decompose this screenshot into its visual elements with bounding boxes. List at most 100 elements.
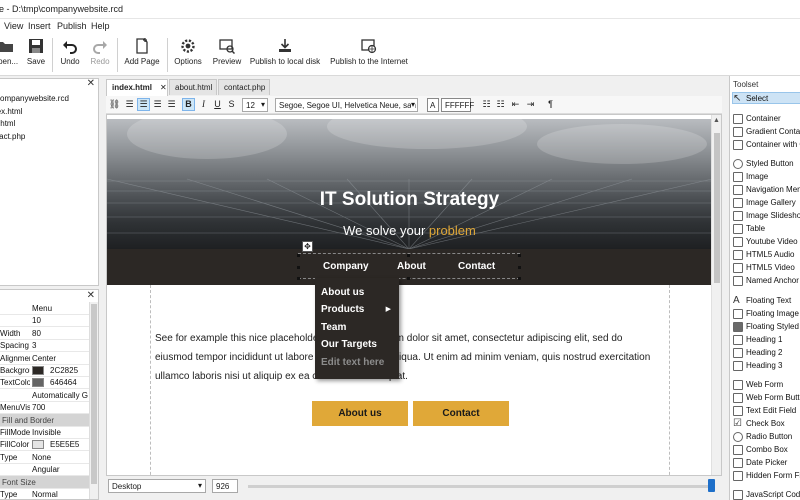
property-value[interactable]: None [32, 453, 89, 462]
menu-help[interactable]: Help [91, 21, 110, 31]
property-value[interactable]: 3 [32, 341, 89, 350]
add-page-button[interactable]: Add Page [122, 36, 162, 74]
hero-subtitle[interactable]: We solve your problem [107, 223, 712, 238]
hero-banner[interactable]: IT Solution Strategy We solve your probl… [107, 119, 712, 249]
zoom-slider[interactable] [248, 485, 710, 488]
color-swatch[interactable] [32, 366, 44, 375]
property-row[interactable]: AlignmentCenter [0, 352, 89, 365]
font-size-select[interactable]: 12 ▾ [242, 98, 268, 112]
resize-handle[interactable] [297, 254, 300, 257]
nav-item-about[interactable]: About [397, 261, 426, 272]
device-select[interactable]: Desktop ▾ [108, 479, 206, 493]
color-swatch[interactable] [32, 440, 44, 450]
tab-contact[interactable]: contact.php [218, 79, 270, 95]
close-tab-icon[interactable]: ✕ [160, 83, 167, 92]
dropdown-item-our-targets[interactable]: Our Targets [321, 339, 377, 350]
property-row[interactable]: Angular [0, 463, 89, 477]
width-field[interactable]: 926 [212, 479, 238, 493]
align-justify-icon[interactable]: ☰ [165, 98, 178, 111]
about-us-button[interactable]: About us [312, 401, 408, 426]
resize-handle[interactable] [518, 266, 521, 269]
property-value[interactable]: E5E5E5 [50, 440, 90, 449]
bullet-list-icon[interactable]: ☷ [480, 98, 493, 111]
color-swatch[interactable] [32, 378, 44, 388]
property-row[interactable]: MenuVisibleWidth700 [0, 401, 89, 415]
dropdown-item-edit-text[interactable]: Edit text here [321, 357, 384, 368]
menu-view[interactable]: View [4, 21, 23, 31]
align-left-icon[interactable]: ☰ [123, 98, 136, 111]
property-value[interactable]: Invisible [32, 428, 89, 437]
close-icon[interactable]: ✕ [87, 78, 95, 89]
property-row[interactable]: TextColor 646464 [0, 376, 90, 390]
move-handle-icon[interactable]: ✥ [302, 241, 313, 252]
file-item[interactable]: about.html [0, 119, 15, 128]
resize-handle[interactable] [297, 277, 300, 280]
italic-button[interactable]: I [197, 98, 210, 111]
undo-button[interactable]: Undo [57, 36, 83, 74]
numbered-list-icon[interactable]: ☷ [494, 98, 507, 111]
contact-button[interactable]: Contact [413, 401, 509, 426]
outdent-icon[interactable]: ⇤ [509, 98, 522, 111]
property-row[interactable]: Menu [0, 302, 89, 315]
resize-handle[interactable] [518, 254, 521, 257]
resize-handle[interactable] [407, 254, 410, 257]
scroll-up-icon[interactable]: ▲ [713, 117, 720, 124]
link-icon[interactable]: ⛓ [108, 98, 121, 111]
font-family-select[interactable]: Segoe, Segoe UI, Helvetica Neue, san ▾ [275, 98, 418, 112]
property-row[interactable]: Type Normal [0, 488, 89, 499]
options-button[interactable]: Options [172, 36, 204, 74]
menu-insert[interactable]: Insert [28, 21, 51, 31]
align-right-icon[interactable]: ☰ [151, 98, 164, 111]
property-row[interactable]: Automatically G [0, 389, 89, 402]
property-value[interactable]: Angular [32, 465, 89, 474]
tab-about[interactable]: about.html [169, 79, 217, 95]
tab-index[interactable]: index.html ✕ [106, 79, 168, 96]
property-value[interactable]: Automatically G [32, 391, 89, 400]
close-icon[interactable]: ✕ [87, 290, 95, 301]
dropdown-item-about-us[interactable]: About us [321, 287, 364, 298]
zoom-slider-thumb[interactable] [708, 479, 715, 492]
body-paragraph[interactable]: See for example this nice placeholder te… [155, 329, 655, 386]
canvas-scrollbar[interactable]: ▲ [711, 115, 721, 475]
menu-publish[interactable]: Publish [57, 21, 87, 31]
property-row[interactable]: Type None [0, 451, 89, 464]
scrollbar-thumb[interactable] [91, 304, 97, 484]
nav-item-contact[interactable]: Contact [458, 261, 495, 272]
open-button[interactable]: Open... [0, 36, 20, 74]
publish-internet-button[interactable]: Publish to the Internet [328, 36, 410, 74]
property-row[interactable]: BackgroundColor 2C2825 [0, 364, 89, 377]
property-row[interactable]: 10 [0, 314, 89, 328]
property-value[interactable]: 700 [32, 403, 89, 412]
property-value[interactable]: Normal [32, 490, 89, 499]
align-center-icon[interactable]: ☰ [137, 98, 150, 111]
hero-title[interactable]: IT Solution Strategy [107, 189, 712, 211]
resize-handle[interactable] [518, 277, 521, 280]
strikethrough-icon[interactable]: S [225, 98, 238, 111]
resize-handle[interactable] [407, 277, 410, 280]
bold-button[interactable]: B [182, 98, 195, 111]
nav-item-company[interactable]: Company [323, 261, 369, 272]
file-item[interactable]: contact.php [0, 132, 25, 141]
property-value[interactable]: 80 [32, 329, 89, 338]
color-value-field[interactable]: FFFFFF [441, 98, 474, 112]
page-canvas[interactable]: IT Solution Strategy We solve your probl… [106, 114, 722, 476]
indent-icon[interactable]: ⇥ [524, 98, 537, 111]
properties-scrollbar[interactable] [89, 302, 98, 499]
resize-handle[interactable] [297, 266, 300, 269]
text-color-button[interactable]: A [427, 98, 439, 112]
property-row[interactable]: FillColor E5E5E5 [0, 438, 90, 452]
property-value[interactable]: 646464 [50, 378, 90, 387]
property-row[interactable]: Spacing 3 [0, 339, 89, 353]
property-value[interactable]: Menu [32, 304, 89, 313]
save-button[interactable]: Save [24, 36, 48, 74]
property-value[interactable]: 2C2825 [50, 366, 90, 375]
file-item[interactable]: companywebsite.rcd [0, 94, 69, 103]
property-row[interactable]: FillMode Invisible [0, 426, 89, 439]
property-value[interactable]: Center [32, 354, 89, 363]
preview-button[interactable]: Preview [210, 36, 244, 74]
paragraph-icon[interactable]: ¶ [544, 98, 557, 111]
publish-local-button[interactable]: Publish to local disk [248, 36, 322, 74]
redo-button[interactable]: Redo [87, 36, 113, 74]
property-value[interactable]: 10 [32, 316, 89, 325]
property-row[interactable]: Width 80 [0, 327, 89, 340]
